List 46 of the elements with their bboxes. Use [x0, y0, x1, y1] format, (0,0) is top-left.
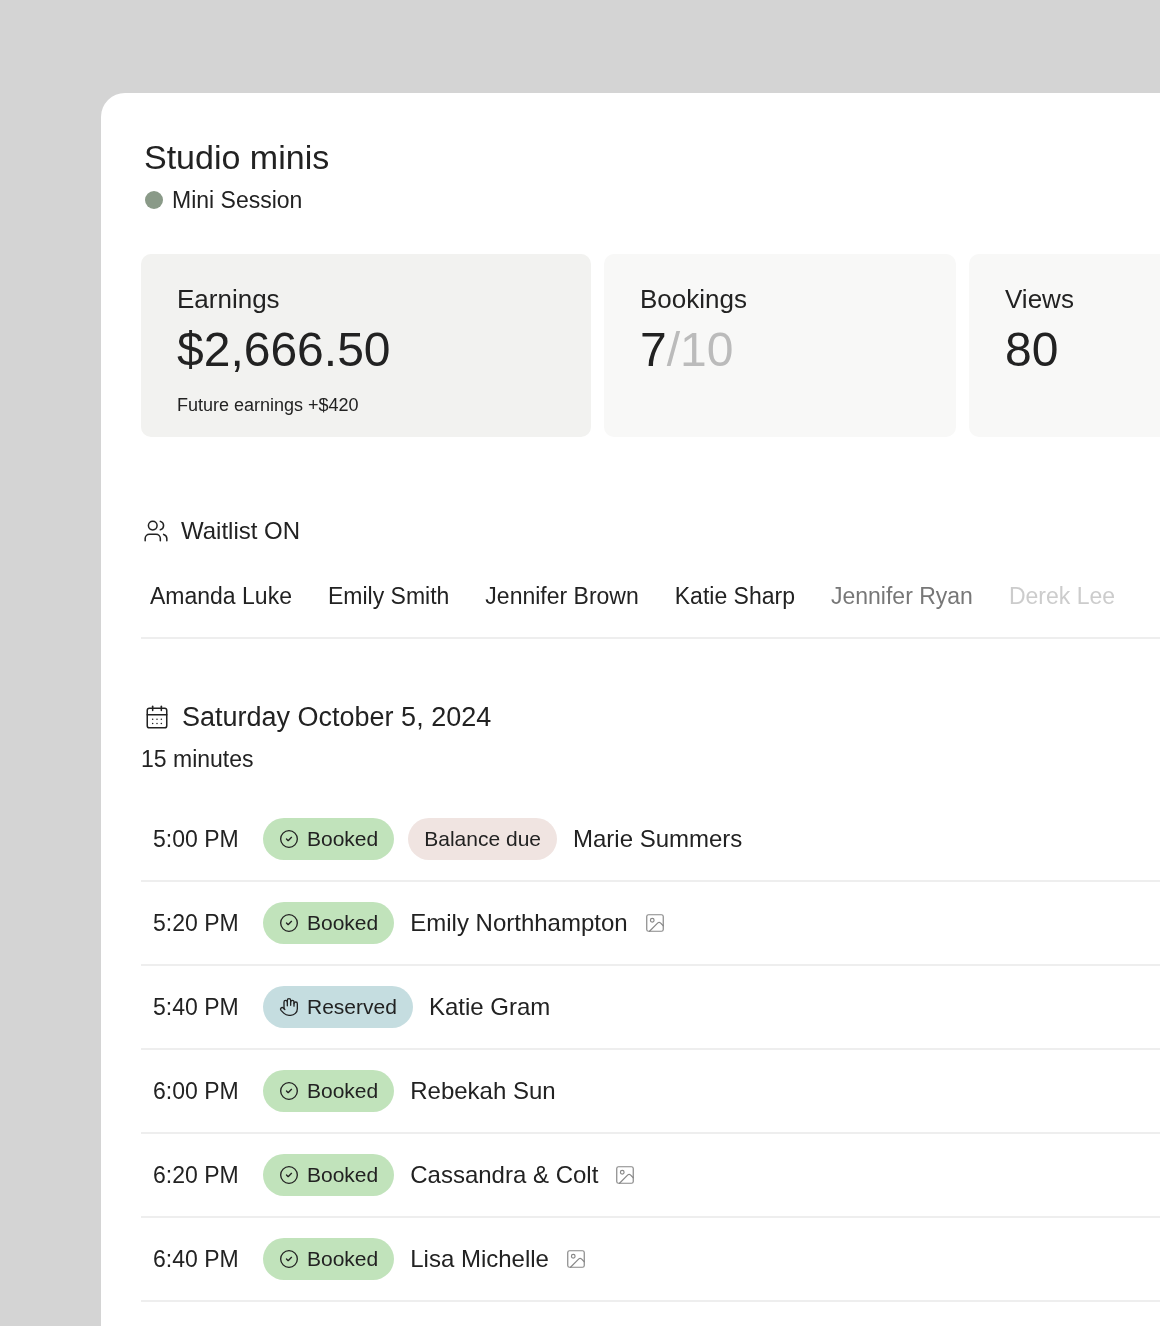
check-circle-icon	[279, 1165, 299, 1185]
stat-value: 80	[1005, 321, 1060, 378]
waitlist-name[interactable]: Jennifer Ryan	[830, 578, 973, 613]
stat-note: Future earnings +$420	[177, 393, 360, 417]
client-name[interactable]: Cassandra & Colt	[410, 1157, 599, 1193]
calendar-icon	[144, 704, 170, 731]
slot-time: 6:20 PM	[153, 1160, 240, 1190]
session-type: Mini Session	[172, 186, 303, 215]
hand-icon	[279, 997, 299, 1017]
image-icon	[614, 1164, 637, 1186]
schedule-date: Saturday October 5, 2024	[182, 701, 492, 734]
waitlist-name[interactable]: Emily Smith	[327, 578, 450, 613]
client-name[interactable]: Rebekah Sun	[410, 1073, 556, 1109]
client-name[interactable]: Emily Northhampton	[410, 905, 628, 941]
waitlist-name[interactable]: Katie Sharp	[674, 578, 795, 613]
status-badge: Booked	[263, 1070, 395, 1112]
stat-label: Bookings	[640, 282, 748, 316]
slot-time: 6:40 PM	[153, 1244, 240, 1274]
session-duration: 15 minutes	[141, 744, 255, 774]
client-name[interactable]: Lisa Michelle	[410, 1241, 549, 1277]
waitlist-name[interactable]: Amanda Luke	[150, 578, 292, 613]
client-name[interactable]: Katie Gram	[428, 989, 551, 1025]
waitlist-name[interactable]: Jennifer Brown	[485, 578, 639, 613]
slot-time: 5:00 PM	[153, 824, 240, 854]
stat-label: Earnings	[177, 282, 281, 316]
image-icon	[643, 912, 666, 934]
check-circle-icon	[279, 913, 299, 933]
waitlist-title: Waitlist ON	[181, 515, 301, 546]
status-badge: Balance due	[408, 818, 557, 860]
client-name[interactable]: Marie Summers	[573, 821, 743, 857]
slot-time: 5:20 PM	[153, 908, 240, 938]
stat-value: 7/10	[640, 321, 735, 378]
slot-time: 6:00 PM	[153, 1076, 240, 1106]
image-icon	[564, 1248, 587, 1270]
slot-time: 5:40 PM	[153, 992, 240, 1022]
status-badge: Booked	[263, 818, 395, 860]
check-circle-icon	[279, 829, 299, 849]
status-badge: Booked	[263, 902, 395, 944]
status-badge: Booked	[263, 1238, 395, 1280]
status-badge: Reserved	[263, 986, 413, 1028]
stat-label: Views	[1005, 282, 1075, 316]
status-badge: Booked	[263, 1154, 395, 1196]
page-title: Studio minis	[143, 137, 331, 178]
check-circle-icon	[279, 1249, 299, 1269]
stat-value: $2,666.50	[177, 321, 392, 378]
check-circle-icon	[279, 1081, 299, 1101]
